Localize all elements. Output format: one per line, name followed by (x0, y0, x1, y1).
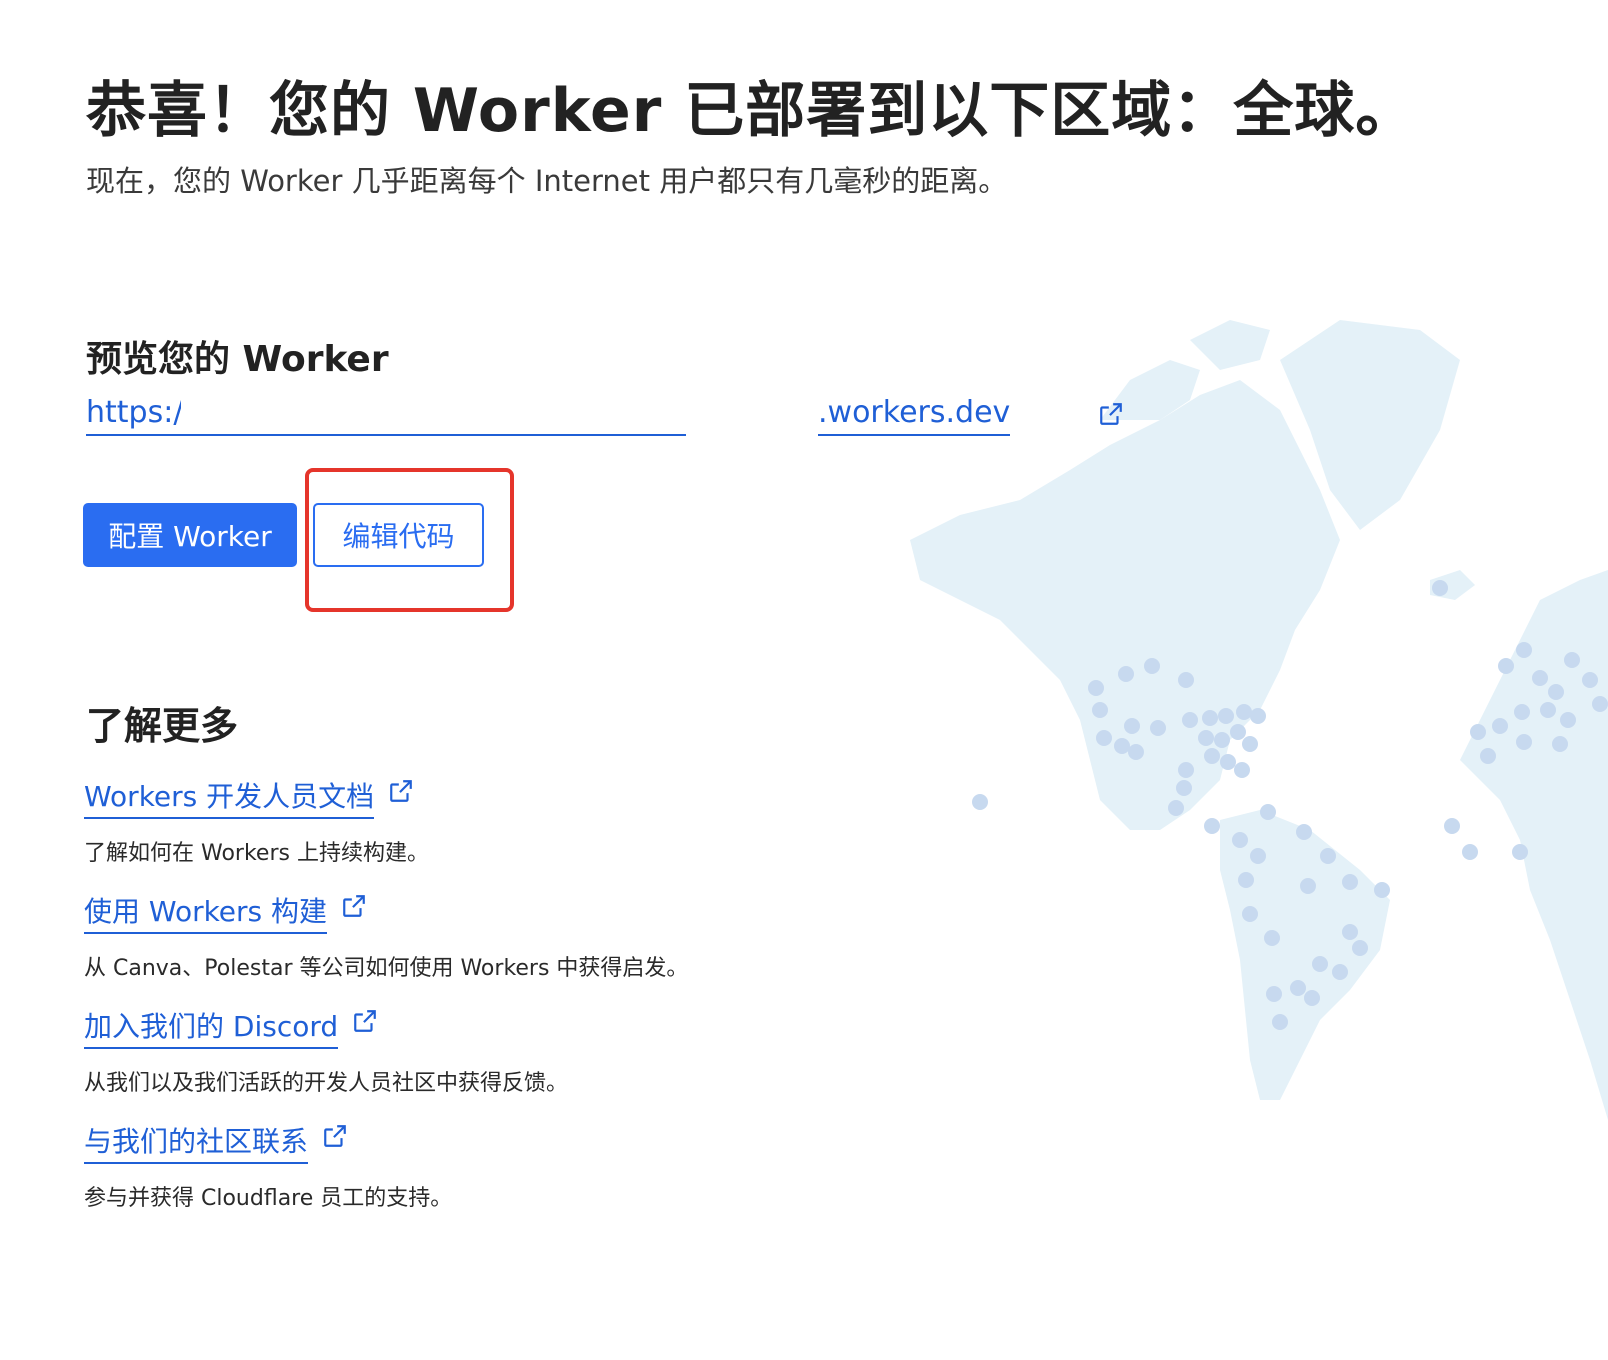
configure-worker-button[interactable]: 配置 Worker (83, 503, 297, 567)
resource-desc-community: 参与并获得 Cloudflare 员工的支持。 (84, 1186, 453, 1211)
worker-url-link[interactable]: https:// .workers.dev (86, 395, 1122, 445)
resource-link-docs[interactable]: Workers 开发人员文档 (84, 775, 375, 819)
external-link-icon[interactable] (341, 893, 367, 919)
preview-heading: 预览您的 Worker (86, 339, 389, 380)
external-link-icon[interactable] (388, 778, 414, 804)
worker-url-suffix[interactable]: .workers.dev (818, 395, 1011, 436)
resource-link-community[interactable]: 与我们的社区联系 (84, 1120, 309, 1164)
external-link-icon[interactable] (322, 1123, 348, 1149)
page-subtitle: 现在，您的 Worker 几乎距离每个 Internet 用户都只有几毫秒的距离… (86, 164, 1008, 198)
resource-item-docs: Workers 开发人员文档 了解如何在 Workers 上持续构建。 (84, 775, 429, 867)
resource-item-discord: 加入我们的 Discord 从我们以及我们活跃的开发人员社区中获得反馈。 (84, 1005, 568, 1097)
resource-desc-docs: 了解如何在 Workers 上持续构建。 (84, 841, 429, 866)
external-link-icon[interactable] (1098, 401, 1124, 427)
learn-more-heading: 了解更多 (86, 704, 239, 748)
resource-desc-discord: 从我们以及我们活跃的开发人员社区中获得反馈。 (84, 1071, 569, 1096)
resource-link-discord[interactable]: 加入我们的 Discord (84, 1005, 339, 1049)
page-title: 恭喜！您的 Worker 已部署到以下区域：全球。 (86, 76, 1417, 146)
resource-item-build: 使用 Workers 构建 从 Canva、Polestar 等公司如何使用 W… (84, 890, 688, 982)
resource-link-build[interactable]: 使用 Workers 构建 (84, 890, 328, 934)
resource-item-community: 与我们的社区联系 参与并获得 Cloudflare 员工的支持。 (84, 1120, 452, 1212)
redacted-url-segment (181, 399, 741, 429)
external-link-icon[interactable] (352, 1008, 378, 1034)
resource-desc-build: 从 Canva、Polestar 等公司如何使用 Workers 中获得启发。 (84, 956, 689, 981)
edit-code-button[interactable]: 编辑代码 (313, 503, 484, 567)
